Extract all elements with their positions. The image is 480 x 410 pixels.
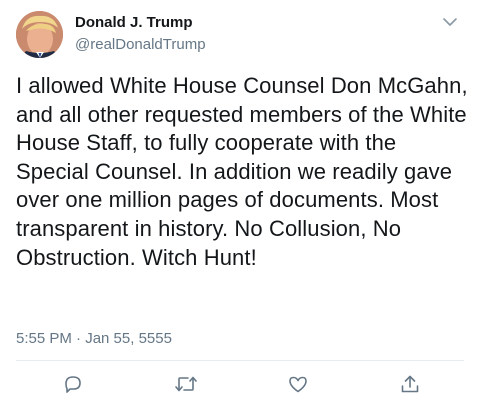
share-button[interactable] xyxy=(398,372,422,396)
author-name[interactable]: Donald J. Trump xyxy=(75,14,193,32)
reply-icon xyxy=(62,373,84,395)
tweet-text: I allowed White House Counsel Don McGahn… xyxy=(16,73,468,270)
tweet-timestamp[interactable]: 5:55 PM · Jan 55, 5555 xyxy=(16,330,172,348)
tweet-card: Donald J. Trump @realDonaldTrump I allow… xyxy=(0,0,480,410)
reply-button[interactable] xyxy=(61,372,85,396)
avatar-image xyxy=(16,11,63,58)
chevron-down-icon[interactable] xyxy=(441,13,459,31)
heart-icon xyxy=(287,373,309,395)
share-icon xyxy=(399,373,421,395)
retweet-icon xyxy=(174,373,198,395)
divider xyxy=(16,360,464,361)
avatar[interactable] xyxy=(16,11,63,58)
retweet-button[interactable] xyxy=(174,372,198,396)
author-handle[interactable]: @realDonaldTrump xyxy=(75,36,206,54)
like-button[interactable] xyxy=(286,372,310,396)
